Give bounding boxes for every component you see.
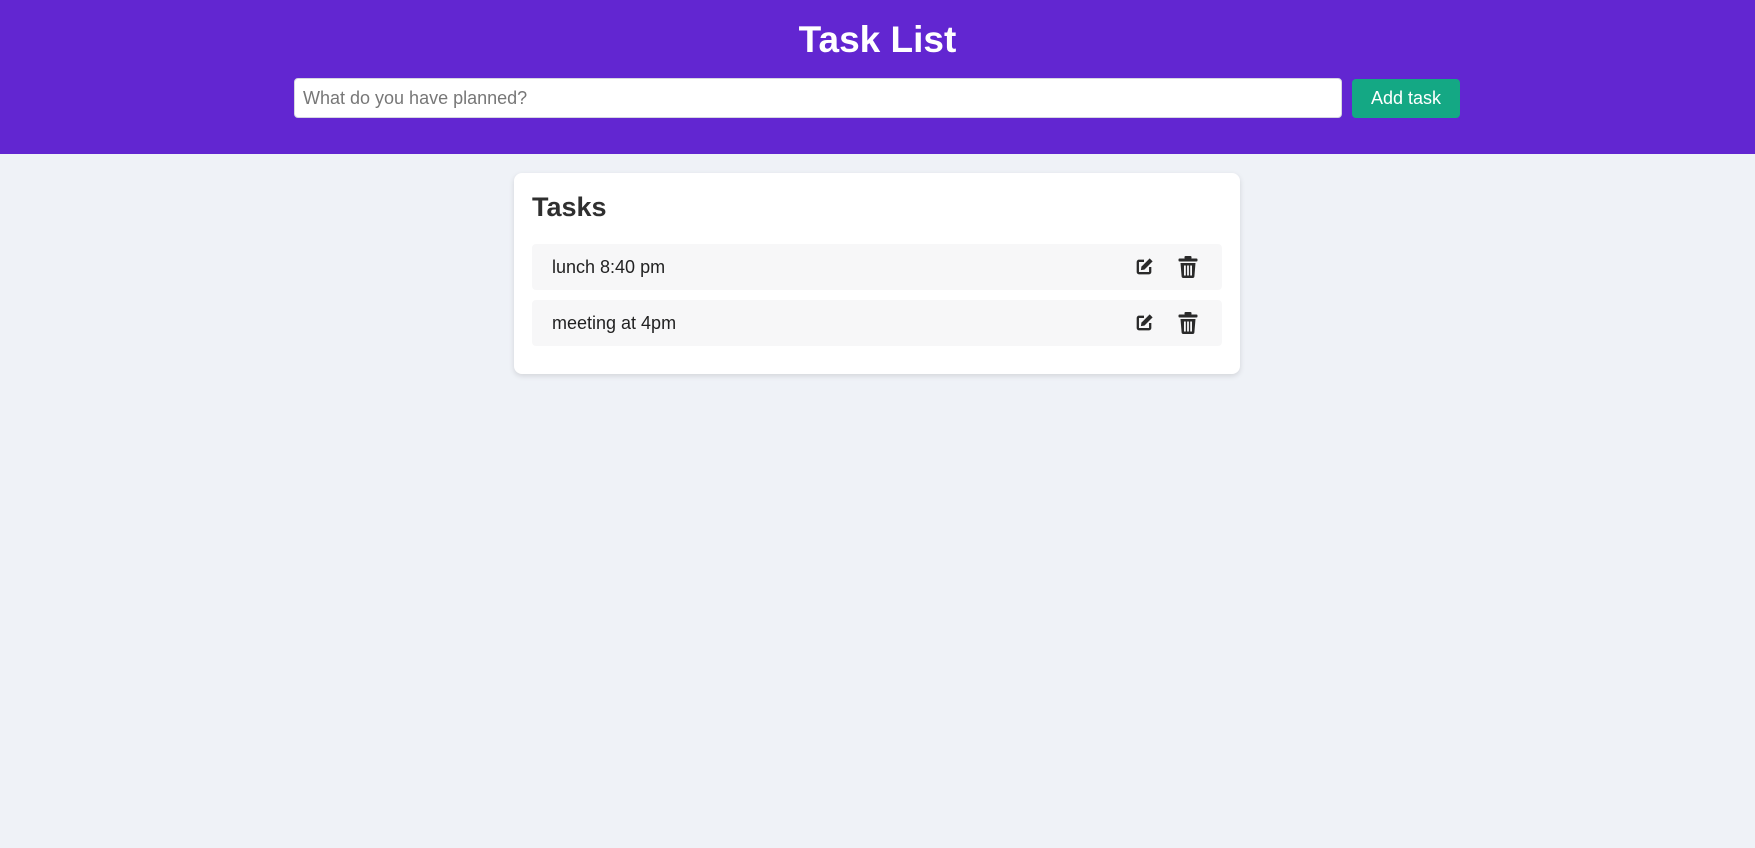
tasks-card: Tasks lunch 8:40 pm meeting at 4pm <box>514 173 1240 374</box>
task-actions <box>1112 255 1200 279</box>
new-task-input[interactable] <box>294 78 1343 118</box>
task-list: lunch 8:40 pm meeting at 4pm <box>532 244 1222 346</box>
edit-icon[interactable] <box>1132 311 1156 335</box>
trash-icon[interactable] <box>1176 311 1200 335</box>
page-title: Task List <box>798 19 957 60</box>
add-task-button[interactable]: Add task <box>1352 78 1460 118</box>
task-text: lunch 8:40 pm <box>552 256 666 277</box>
app-header: Task List Add task <box>0 0 1755 154</box>
task-actions <box>1112 311 1200 335</box>
trash-icon[interactable] <box>1176 255 1200 279</box>
edit-icon[interactable] <box>1132 255 1156 279</box>
task-item: lunch 8:40 pm <box>532 244 1222 290</box>
task-item: meeting at 4pm <box>532 300 1222 346</box>
add-task-form: Add task <box>294 78 1460 118</box>
task-text: meeting at 4pm <box>552 312 677 333</box>
tasks-heading: Tasks <box>532 192 607 222</box>
